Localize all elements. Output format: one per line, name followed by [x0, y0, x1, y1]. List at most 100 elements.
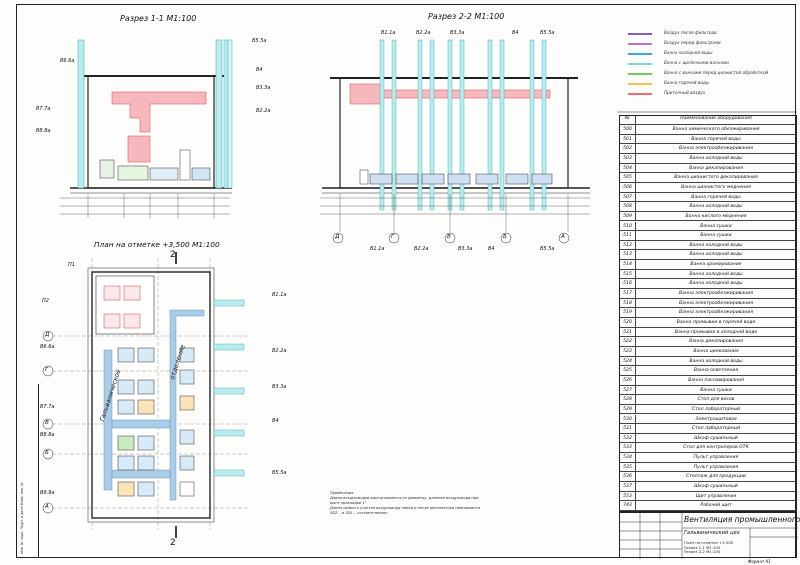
s22-axis: В [447, 234, 451, 240]
table-row: 503 Ванна холодной воды [620, 153, 796, 164]
table-cell-no: 500 [620, 125, 636, 134]
table-row: 530 Электрощитовая [620, 414, 796, 425]
table-cell-no: 532 [620, 433, 636, 443]
table-cell-no: 512 [620, 240, 636, 250]
s22-riser-label: В2.2а [416, 30, 431, 36]
table-row: 528 Стол для весов [620, 395, 796, 405]
table-cell-name: Ванна холодной воды [689, 281, 743, 287]
s11-supply-duct [111, 91, 207, 133]
s11-riser-right [215, 39, 223, 189]
s22-baths [359, 169, 553, 185]
table-cell-name: Электрощитовая [695, 416, 737, 422]
stamp-sheet-line: Разрез 2-2 М1:100 [684, 549, 721, 555]
table-cell-name: Ванна электрообезжиривания [679, 146, 753, 152]
table-row: 518 Ванна электрообезжиривания [620, 298, 796, 309]
table-row: 511 Ванна сушки [620, 231, 796, 241]
legend-label: Ванна с щелочными ваннами [664, 60, 729, 65]
table-cell-no: 534 [620, 453, 636, 462]
plan-axis: Г [45, 367, 49, 373]
table-row: 531 Стол лабораторный [620, 424, 796, 434]
plan-label-right: В1.1а [272, 292, 287, 298]
plan-axis: А [45, 504, 49, 510]
table-cell-no: 510 [620, 221, 636, 231]
table-row: 500 Ванна химического обезжиривания [620, 125, 796, 135]
table-cell-name: Ванна кислого меднения [685, 213, 747, 219]
s11-riser-label: В4 [256, 67, 263, 73]
table-row: 508 Ванна холодной воды [620, 202, 796, 212]
table-cell-name: Стол для весов [697, 397, 735, 403]
plan-label-left: В9.9а [40, 490, 55, 496]
table-cell-name: Ванна сушки [700, 233, 732, 239]
table-cell-name: Щит управления [695, 493, 737, 499]
s11-riser-label: В5.5а [252, 38, 267, 44]
s11-riser-label: В8.8а [36, 128, 51, 134]
table-cell-name: Ванна промывки в холодной воде [674, 329, 758, 335]
legend-swatch [628, 33, 652, 35]
table-cell-name: Ванна холодной воды [689, 252, 743, 258]
stamp-title: Вентиляция промышленного здания [684, 515, 800, 524]
legend-swatch [628, 73, 652, 75]
s22-axis: Б [503, 234, 507, 240]
table-row: 510 Ванна сушки [620, 221, 796, 232]
table-cell-no: 518 [620, 298, 636, 308]
table-cell-no: 522 [620, 337, 636, 346]
table-cell-name: Ванна цианистого меднения [681, 184, 751, 190]
table-cell-name: Стол лабораторный [691, 426, 741, 432]
table-cell-name: Ванна сушки [700, 387, 732, 393]
table-row: 502 Ванна электрообезжиривания [620, 144, 796, 154]
legend-label: Ванна горячей воды [664, 80, 710, 85]
table-cell-no: 508 [620, 202, 636, 211]
plan-axis: Б [45, 450, 49, 456]
table-cell-no: 516 [620, 279, 636, 289]
table-cell-no: 529 [620, 404, 636, 414]
plan-label-right: В4 [272, 418, 279, 424]
format-label: Формат А1 [748, 559, 771, 564]
table-cell-no: 501 [620, 134, 636, 144]
plan-label-left: В7.7а [40, 404, 55, 410]
table-row: 521 Ванна промывки в холодной воде [620, 327, 796, 338]
plan-label-left: П1 [68, 262, 75, 268]
table-cell-no: 505 [620, 173, 636, 182]
table-cell-name: Стеллаж для продукции [686, 474, 746, 480]
legend-label: Ванна холодной воды [664, 50, 713, 55]
s11-riser-label: В2.2а [256, 108, 271, 114]
table-cell-name: Ванна декапирования [689, 339, 743, 345]
section-1-1-title: Разрез 1-1 М1:100 [120, 14, 197, 23]
table-cell-name: Ванна холодной воды [689, 155, 743, 161]
legend-label: Ванна с ваннами перед цианистой обработк… [664, 70, 769, 75]
table-row: 532 Шкаф сушильный [620, 433, 796, 444]
plan-label-right: В2.2а [272, 348, 287, 354]
legend-swatch [628, 43, 652, 45]
table-cell-no: 506 [620, 182, 636, 192]
legend-label: Воздух после фильтров [664, 30, 717, 35]
table-cell-name: Ванна декапирования [689, 165, 743, 171]
table-cell-name: Ванна электрообезжиривания [679, 310, 753, 316]
s11-equipment [99, 159, 115, 179]
table-cell-no: 525 [620, 366, 636, 375]
table-cell-no: 513 [620, 250, 636, 260]
table-cell-no: 519 [620, 308, 636, 317]
table-cell-name: Рабочий щит [700, 503, 732, 509]
section-2-2-title: Разрез 2-2 М1:100 [428, 12, 505, 21]
table-row: 529 Стол лабораторный [620, 404, 796, 415]
table-cell-name: Ванна холодной воды [689, 358, 743, 364]
table-cell-no: 527 [620, 385, 636, 395]
table-row: 519 Ванна электрообезжиривания [620, 308, 796, 318]
table-cell-no: 511 [620, 231, 636, 240]
table-row: 553 Щит управления [620, 491, 796, 502]
table-cell-no: 531 [620, 424, 636, 433]
table-cell-name: Ванна горячей воды [691, 136, 741, 142]
table-cell-name: Пульт управления [693, 455, 739, 461]
drawing-sheet: Инв. № подл. Подп. и дата Взам. инв. № Р… [0, 0, 800, 565]
table-cell-no: 521 [620, 327, 636, 337]
table-cell-no: 526 [620, 375, 636, 385]
table-row: 524 Ванна холодной воды [620, 356, 796, 367]
table-cell-name: Ванна холодной воды [689, 271, 743, 277]
table-row: 504 Ванна декапирования [620, 163, 796, 174]
section-cut-bottom: 2 [170, 538, 176, 548]
table-cell-name: Ванна электрообезжиривания [679, 291, 753, 297]
table-row: 501 Ванна горячей воды [620, 134, 796, 145]
table-cell-no: 509 [620, 211, 636, 221]
stamp-subtitle: Гальванический цех [684, 530, 740, 536]
table-row: 515 Ванна холодной воды [620, 269, 796, 280]
